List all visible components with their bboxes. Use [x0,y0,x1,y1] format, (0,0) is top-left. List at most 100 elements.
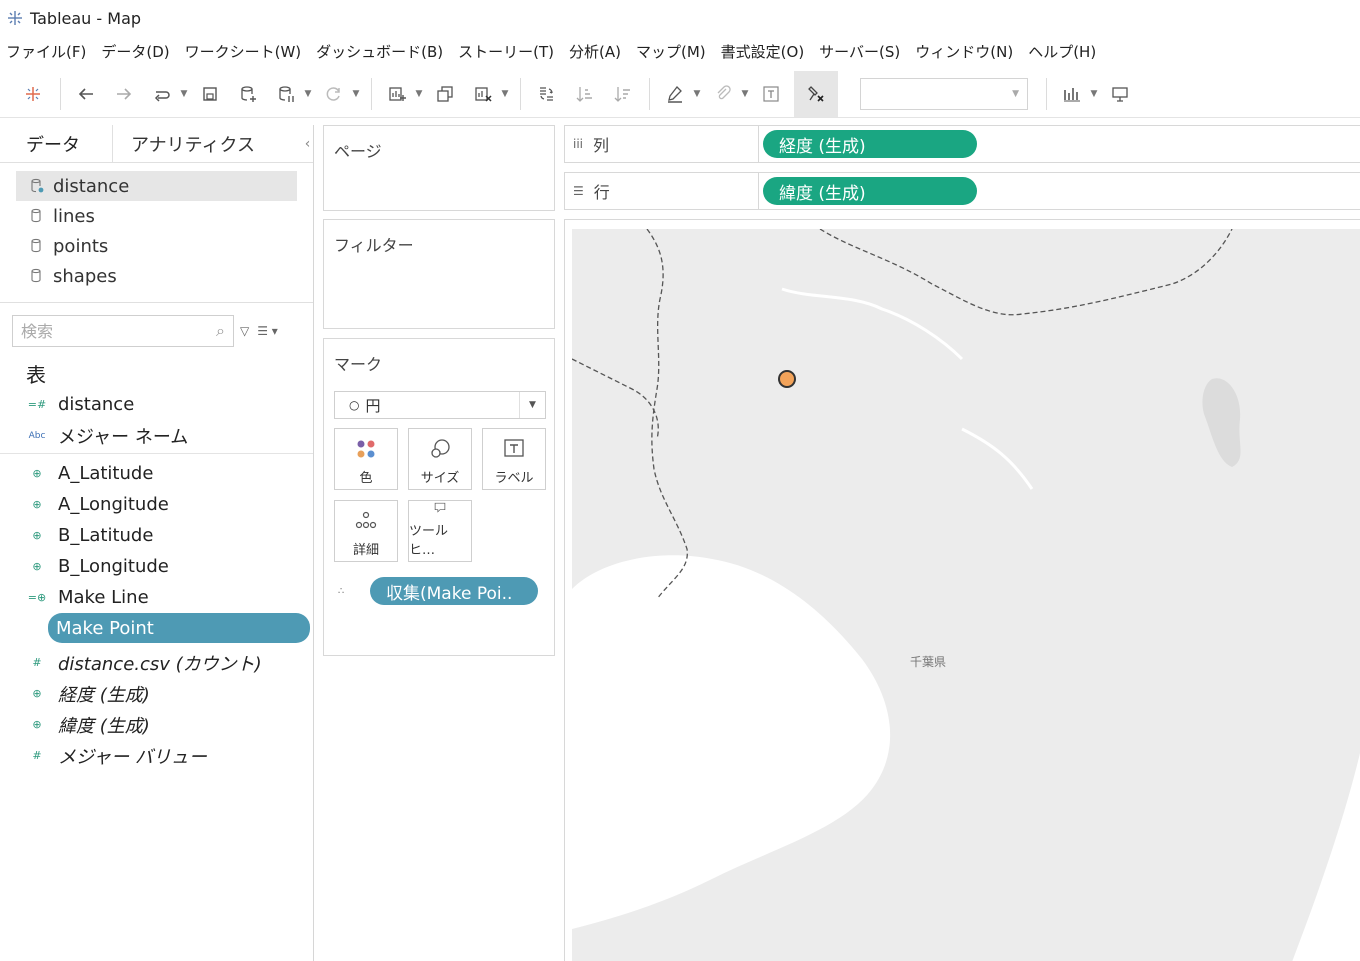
mark-type-select[interactable]: ○ 円 ▼ [334,391,546,419]
datasource-label: distance [53,175,130,197]
duplicate-icon [437,85,453,102]
menu-data[interactable]: データ(D) [101,41,169,62]
map-view[interactable]: 千葉県 [564,219,1360,961]
datasource-item-distance[interactable]: distance [16,171,297,201]
collapse-pane-icon[interactable]: ‹ [302,125,313,162]
mark-type-dropdown-icon[interactable]: ▼ [519,392,545,418]
swap-dropdown-icon[interactable]: ▼ [179,79,189,109]
field-record-count[interactable]: # distance.csv (カウント) [0,647,313,678]
mark-size-button[interactable]: サイズ [408,428,472,490]
loop-arrow-icon [154,90,170,102]
field-a-longitude[interactable]: ⊕ A_Longitude [0,489,313,520]
field-search-row: ⌕ ▽ ☰ ▾ [0,315,313,347]
menu-help[interactable]: ヘルプ(H) [1028,41,1096,62]
fix-axes-button[interactable] [794,70,838,117]
datasource-label: lines [53,205,95,227]
field-b-latitude[interactable]: ⊕ B_Latitude [0,520,313,551]
globe-icon: ⊕ [32,498,42,511]
rows-pill[interactable]: 緯度 (生成) [763,177,977,205]
new-datasource-button[interactable] [233,79,263,109]
mark-type-label: 円 [365,396,381,415]
refresh-dropdown-icon[interactable]: ▼ [351,79,361,109]
datasource-item-points[interactable]: points [16,231,297,261]
datasource-item-shapes[interactable]: shapes [16,261,297,291]
field-search-input[interactable] [21,321,201,341]
show-me-dropdown-icon[interactable]: ▼ [1089,79,1099,109]
mark-detail-button[interactable]: 詳細 [334,500,398,562]
field-search-box: ⌕ [12,315,234,347]
mark-label-button[interactable]: ラベル [482,428,546,490]
mark-tooltip-button[interactable]: ツールヒ… [408,500,472,562]
datasource-label: shapes [53,265,117,287]
search-icon[interactable]: ⌕ [216,321,225,341]
save-button[interactable] [195,79,225,109]
field-measure-names[interactable]: Abc メジャー ネーム [0,420,313,451]
pages-card[interactable]: ページ [323,125,555,211]
field-b-longitude[interactable]: ⊕ B_Longitude [0,551,313,582]
paperclip-icon [717,84,731,99]
highlight-dropdown-icon[interactable]: ▼ [692,79,702,109]
pause-updates-button[interactable] [271,79,301,109]
redo-button[interactable] [109,79,139,109]
pages-card-title: ページ [334,142,382,161]
map-canvas[interactable] [572,229,1360,961]
menu-story[interactable]: ストーリー(T) [458,41,554,62]
datasource-item-lines[interactable]: lines [16,201,297,231]
field-a-latitude[interactable]: ⊕ A_Latitude [0,458,313,489]
new-worksheet-button[interactable] [382,79,412,109]
fit-select[interactable]: ▼ [860,77,1028,110]
menu-window[interactable]: ウィンドウ(N) [915,41,1013,62]
clear-sheet-button[interactable] [468,79,498,109]
marks-card-title: マーク [334,355,383,374]
field-make-point[interactable]: Make Point [48,613,310,643]
toolbar-separator [371,77,372,110]
filter-icon[interactable]: ▽ [240,324,249,338]
highlight-button[interactable] [660,79,690,109]
view-list-icon[interactable]: ☰ ▾ [257,324,278,338]
new-worksheet-dropdown-icon[interactable]: ▼ [414,79,424,109]
presentation-mode-button[interactable] [1105,79,1135,109]
menu-file[interactable]: ファイル(F) [6,41,86,62]
menu-worksheet[interactable]: ワークシート(W) [185,41,302,62]
mark-color-button[interactable]: 色 [334,428,398,490]
clear-dropdown-icon[interactable]: ▼ [500,79,510,109]
menu-analysis[interactable]: 分析(A) [569,41,621,62]
group-button[interactable] [708,79,738,109]
sort-ascending-button[interactable] [569,79,599,109]
menu-format[interactable]: 書式設定(O) [721,41,805,62]
swap-button[interactable] [147,79,177,109]
globe-icon: ⊕ [32,529,42,542]
field-measure-values[interactable]: # メジャー バリュー [0,740,313,771]
speech-bubble-icon [434,502,446,513]
mark-field-pill[interactable]: 収集(Make Poi.. [370,577,538,605]
undo-button[interactable] [71,79,101,109]
group-dropdown-icon[interactable]: ▼ [740,79,750,109]
menu-bar: ファイル(F) データ(D) ワークシート(W) ダッシュボード(B) ストーリ… [0,36,1360,66]
menu-map[interactable]: マップ(M) [636,41,706,62]
field-distance[interactable]: =# distance [0,389,313,420]
field-generated-latitude[interactable]: ⊕ 緯度 (生成) [0,709,313,740]
columns-pill[interactable]: 経度 (生成) [763,130,977,158]
number-icon: # [32,749,42,762]
refresh-button[interactable] [319,79,349,109]
refresh-icon [326,86,340,101]
database-icon [31,208,41,223]
show-me-button[interactable] [1057,79,1087,109]
show-labels-button[interactable] [756,79,786,109]
tab-analytics[interactable]: アナリティクス [112,125,302,163]
datasource-dropdown-icon[interactable]: ▼ [303,79,313,109]
start-page-button[interactable] [18,79,48,109]
arrow-left-icon [78,87,93,100]
swap-rows-columns-button[interactable] [531,79,561,109]
map-data-point[interactable] [778,370,796,388]
filters-card[interactable]: フィルター [323,219,555,329]
sort-descending-button[interactable] [607,79,637,109]
menu-dashboard[interactable]: ダッシュボード(B) [316,41,443,62]
field-generated-longitude[interactable]: ⊕ 経度 (生成) [0,678,313,709]
field-make-line[interactable]: =⊕ Make Line [0,582,313,613]
tab-data[interactable]: データ [0,125,112,163]
menu-server[interactable]: サーバー(S) [819,41,900,62]
cards-column: ページ フィルター マーク ○ 円 ▼ 色 サイズ ラベル 詳細 ツールヒ… ∴… [322,125,556,961]
text-label-icon [763,85,779,102]
duplicate-sheet-button[interactable] [430,79,460,109]
